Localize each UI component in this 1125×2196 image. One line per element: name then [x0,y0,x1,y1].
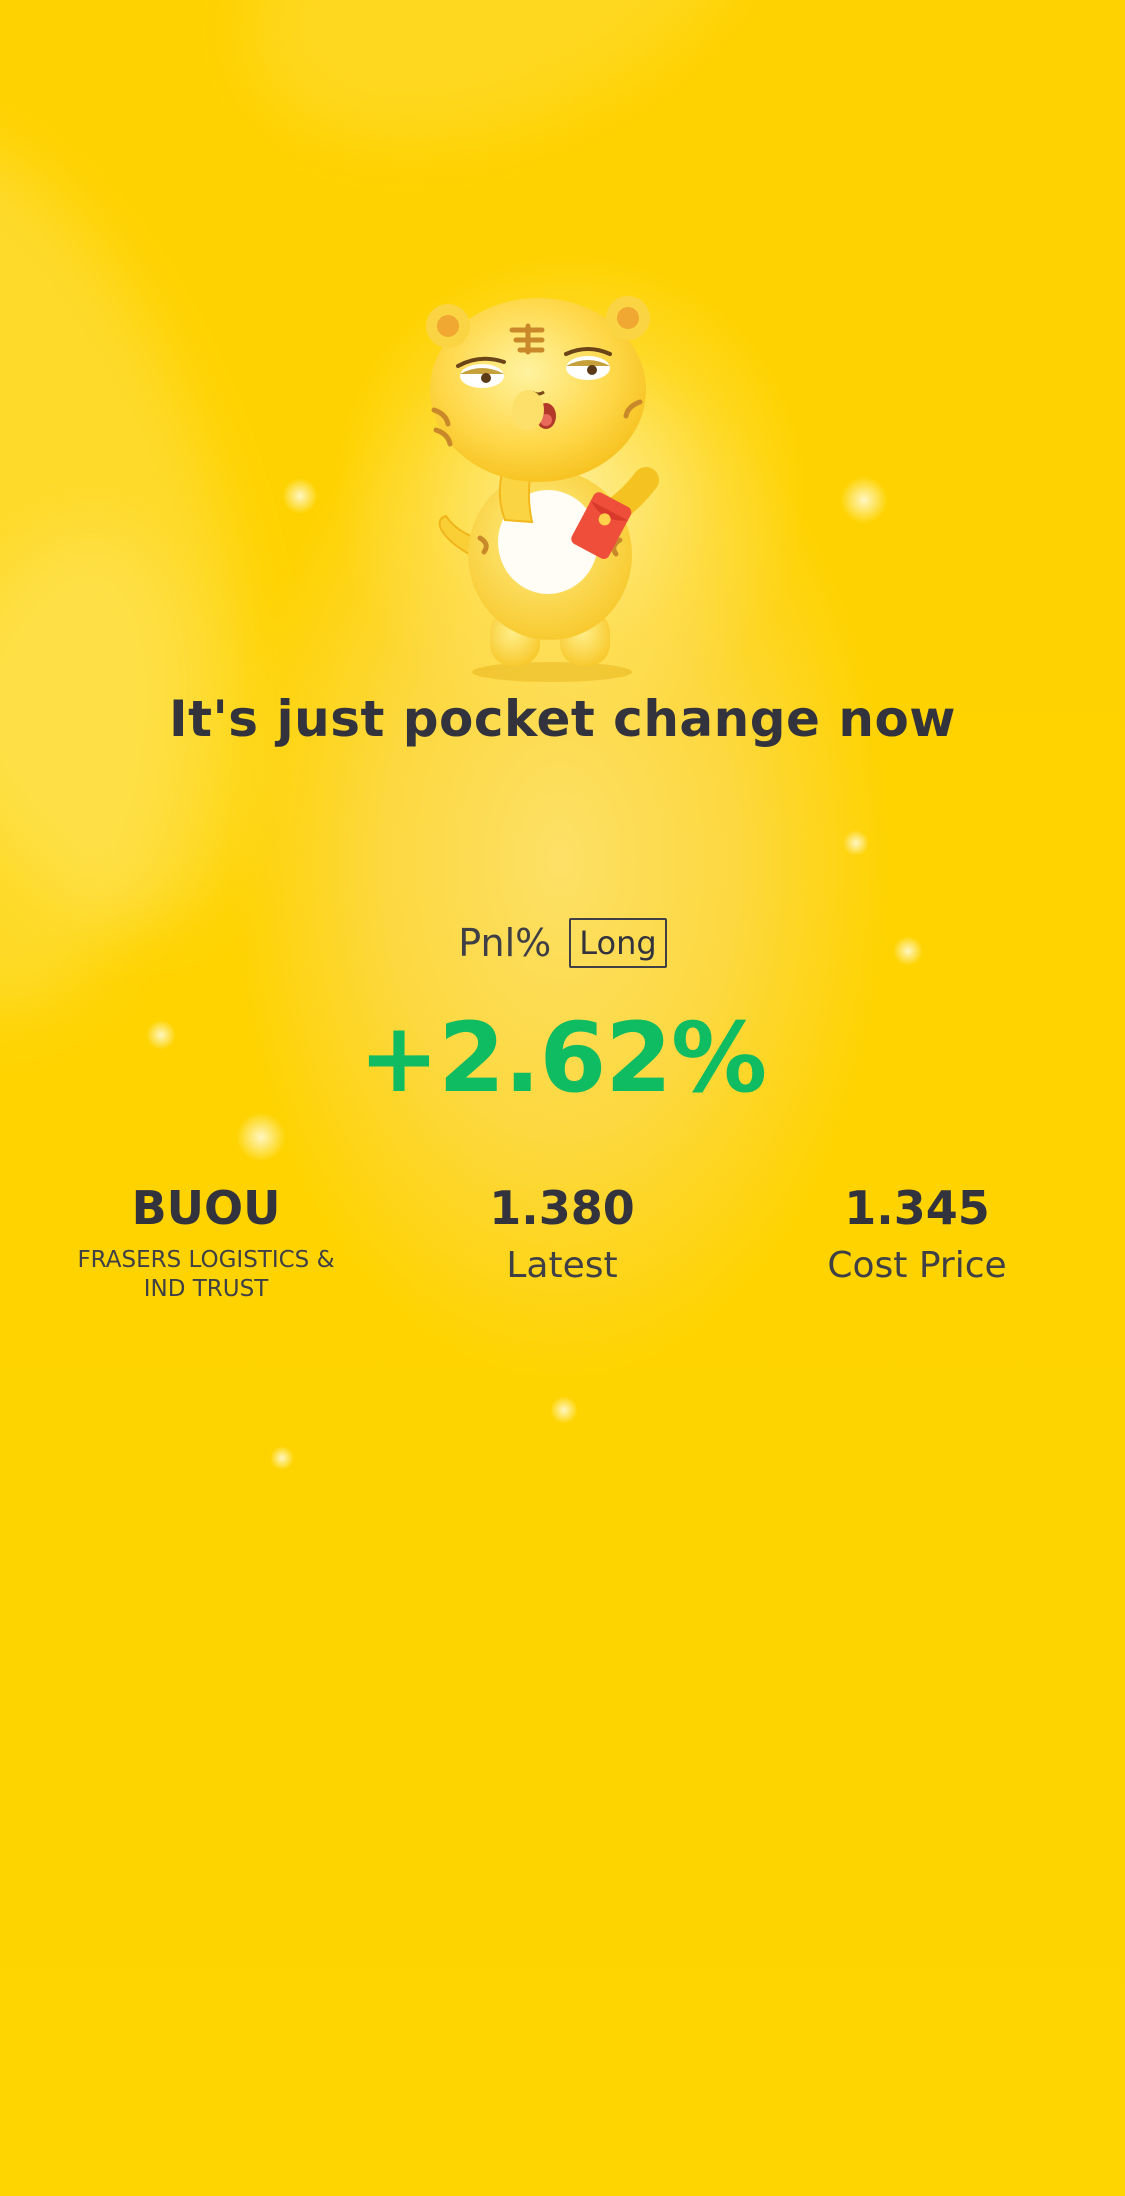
stock-info: BUOU FRASERS LOGISTICS & IND TRUST [36,1180,376,1304]
sparkle [282,478,318,514]
sparkle [843,830,869,856]
background-swirl [202,0,798,207]
stock-name: FRASERS LOGISTICS & IND TRUST [77,1247,335,1302]
tiger-mascot-icon [426,296,659,682]
cost-price: 1.345 Cost Price [747,1180,1087,1288]
pnl-percent-value: +2.62% [358,1002,767,1114]
latest-price: 1.380 Latest [392,1180,732,1288]
latest-price-value: 1.380 [489,1181,635,1235]
stock-ticker: BUOU [131,1181,281,1235]
latest-price-label: Latest [506,1245,618,1286]
position-direction-badge: Long [569,918,667,968]
share-headline: It's just pocket change now [168,690,956,748]
sparkle [840,476,888,524]
sparkle [236,1112,286,1162]
sparkle [270,1446,294,1470]
pnl-label: Pnl% [458,921,552,965]
cost-price-value: 1.345 [844,1181,990,1235]
sparkle [550,1396,578,1424]
pnl-header: Pnl% Long [0,918,1125,968]
pnl-share-card: It's just pocket change now Pnl% Long +2… [0,0,1125,2196]
cost-price-label: Cost Price [827,1245,1007,1286]
